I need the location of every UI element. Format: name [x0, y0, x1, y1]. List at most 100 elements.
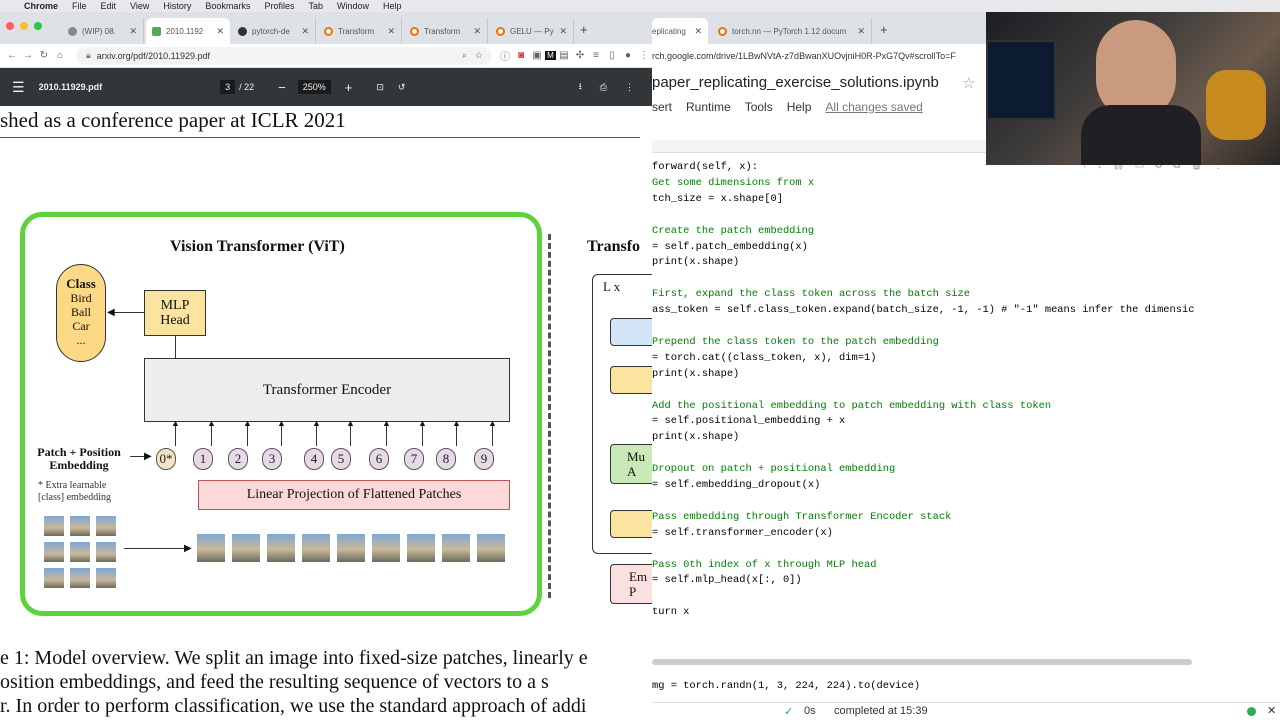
- close-tab-icon[interactable]: ✕: [129, 26, 137, 37]
- puzzle-icon[interactable]: ✣: [572, 50, 588, 61]
- reading-list-icon[interactable]: ≡: [588, 50, 604, 61]
- close-tab-icon[interactable]: ✕: [857, 26, 865, 37]
- menubar-item-file[interactable]: File: [72, 1, 87, 11]
- browser-tab-active[interactable]: eplicating ✕: [652, 18, 708, 44]
- pdf-zoom-input[interactable]: 250%: [297, 80, 331, 94]
- new-tab-button[interactable]: +: [880, 22, 888, 37]
- back-icon[interactable]: ←: [4, 50, 20, 61]
- reload-icon[interactable]: ↻: [36, 50, 52, 61]
- browser-tab[interactable]: GELU — Py ✕: [490, 18, 574, 44]
- url-text: arxiv.org/pdf/2010.11929.pdf: [96, 50, 211, 61]
- code-line: print(x.shape): [652, 431, 740, 444]
- chair-image: [1206, 70, 1266, 140]
- close-tab-icon[interactable]: ✕: [301, 26, 309, 37]
- pdf-menu-icon[interactable]: ☰: [12, 79, 25, 96]
- menubar-item-help[interactable]: Help: [383, 1, 402, 11]
- close-window-button[interactable]: [6, 22, 14, 30]
- rotate-icon[interactable]: ↺: [398, 82, 406, 93]
- pdf-page-input[interactable]: 3: [220, 80, 236, 94]
- medium-icon[interactable]: M: [545, 51, 556, 60]
- extension-icon[interactable]: ▤: [556, 50, 572, 61]
- pdf-more-icon[interactable]: ⋮: [625, 82, 634, 93]
- arrow-head-icon: ▲: [277, 418, 286, 428]
- menubar-item-bookmarks[interactable]: Bookmarks: [205, 1, 250, 11]
- sidepanel-icon[interactable]: ▯: [604, 50, 620, 61]
- menubar-item-history[interactable]: History: [163, 1, 191, 11]
- browser-tab-active[interactable]: 2010.1192 ✕: [146, 18, 230, 44]
- person-shirt-image: [1081, 105, 1201, 165]
- left-toolbar: ← → ↻ ⌂ 🔒︎ arxiv.org/pdf/2010.11929.pdf …: [0, 44, 652, 68]
- close-tab-icon[interactable]: ✕: [387, 26, 395, 37]
- browser-tab[interactable]: Transform ✕: [318, 18, 402, 44]
- bookmark-star-icon[interactable]: ☆: [475, 50, 483, 61]
- extension-icon[interactable]: ▣: [529, 50, 545, 61]
- pdf-header-text: shed as a conference paper at ICLR 2021: [0, 108, 640, 138]
- close-tab-icon[interactable]: ✕: [694, 26, 702, 37]
- address-bar[interactable]: 🔒︎ arxiv.org/pdf/2010.11929.pdf ⌕ ☆: [76, 46, 491, 65]
- menubar-item-edit[interactable]: Edit: [101, 1, 117, 11]
- menubar-item-tab[interactable]: Tab: [308, 1, 323, 11]
- tab-label: 2010.1192: [166, 26, 204, 36]
- profile-avatar[interactable]: ●: [620, 50, 636, 61]
- save-status[interactable]: All changes saved: [825, 100, 922, 114]
- horizontal-scrollbar[interactable]: [652, 659, 1192, 665]
- code-line: turn x: [652, 606, 690, 619]
- close-tab-icon[interactable]: ✕: [216, 26, 224, 37]
- code-line: Create the patch embedding: [652, 224, 815, 237]
- zoom-window-button[interactable]: [34, 22, 42, 30]
- print-icon[interactable]: ⎙: [600, 82, 607, 93]
- close-tab-icon[interactable]: ✕: [473, 26, 481, 37]
- url-text[interactable]: rch.google.com/drive/1LBwNVtA-z7dBwanXUO…: [652, 51, 956, 61]
- download-icon[interactable]: ⭳: [579, 79, 582, 95]
- source-patch: [44, 568, 64, 588]
- minimize-window-button[interactable]: [20, 22, 28, 30]
- lock-icon: 🔒︎: [86, 50, 91, 60]
- menu-help[interactable]: Help: [787, 100, 812, 114]
- close-tab-icon[interactable]: ✕: [559, 26, 567, 37]
- browser-tab[interactable]: (WIP) 08. ✕: [62, 18, 144, 44]
- transformer-encoder-box: Transformer Encoder: [144, 358, 510, 422]
- code-line: forward(self, x):: [652, 161, 759, 173]
- browser-tab[interactable]: pytorch-de ✕: [232, 18, 316, 44]
- connection-status-icon[interactable]: [1247, 707, 1256, 716]
- source-patch: [70, 568, 90, 588]
- source-patch: [44, 542, 64, 562]
- menubar-app[interactable]: Chrome: [24, 1, 58, 11]
- token-7: 7: [404, 448, 424, 470]
- close-status-icon[interactable]: ✕: [1267, 704, 1276, 717]
- zoom-in-icon[interactable]: +: [345, 80, 353, 95]
- new-tab-button[interactable]: +: [580, 22, 588, 37]
- token-0: 0*: [156, 448, 176, 470]
- menubar-item-window[interactable]: Window: [337, 1, 369, 11]
- browser-tab[interactable]: Transform ✕: [404, 18, 488, 44]
- menubar-item-profiles[interactable]: Profiles: [264, 1, 294, 11]
- notebook-title[interactable]: paper_replicating_exercise_solutions.ipy…: [652, 74, 939, 91]
- embedded-patches-block: Em P: [610, 564, 652, 604]
- menubar-item-view[interactable]: View: [130, 1, 149, 11]
- pdf-page-total: / 22: [239, 82, 255, 92]
- extension-icon[interactable]: ⓘ: [497, 48, 513, 63]
- zoom-out-icon[interactable]: −: [278, 80, 286, 95]
- arrow-head-icon: ▲: [207, 418, 216, 428]
- forward-icon[interactable]: →: [20, 50, 36, 61]
- fit-page-icon[interactable]: ⊡: [376, 82, 384, 93]
- star-icon[interactable]: ☆: [962, 74, 975, 92]
- flattened-patch: [232, 534, 260, 562]
- arrow-line: [124, 548, 188, 549]
- menu-insert[interactable]: sert: [652, 100, 672, 114]
- code-line: print(x.shape): [652, 367, 740, 380]
- code-cell[interactable]: forward(self, x): Get some dimensions fro…: [652, 159, 1280, 649]
- next-code-cell[interactable]: mg = torch.randn(1, 3, 224, 224).to(devi…: [652, 680, 920, 692]
- token-5: 5: [331, 448, 351, 470]
- source-patch: [96, 516, 116, 536]
- pdf-toolbar: ☰ 2010.11929.pdf 3 / 22 − 250% + ⊡ ↺ ⭳ ⎙…: [0, 68, 652, 106]
- search-icon[interactable]: ⌕: [462, 50, 467, 61]
- chrome-menu-icon[interactable]: ⋮: [636, 50, 652, 61]
- menu-tools[interactable]: Tools: [745, 100, 773, 114]
- menu-runtime[interactable]: Runtime: [686, 100, 731, 114]
- arrow-head-icon: ▶: [144, 451, 152, 462]
- token-8: 8: [436, 448, 456, 470]
- browser-tab[interactable]: torch.nn — PyTorch 1.12 docum ✕: [712, 18, 872, 44]
- pocket-icon[interactable]: ◙: [513, 50, 529, 61]
- home-icon[interactable]: ⌂: [52, 50, 68, 61]
